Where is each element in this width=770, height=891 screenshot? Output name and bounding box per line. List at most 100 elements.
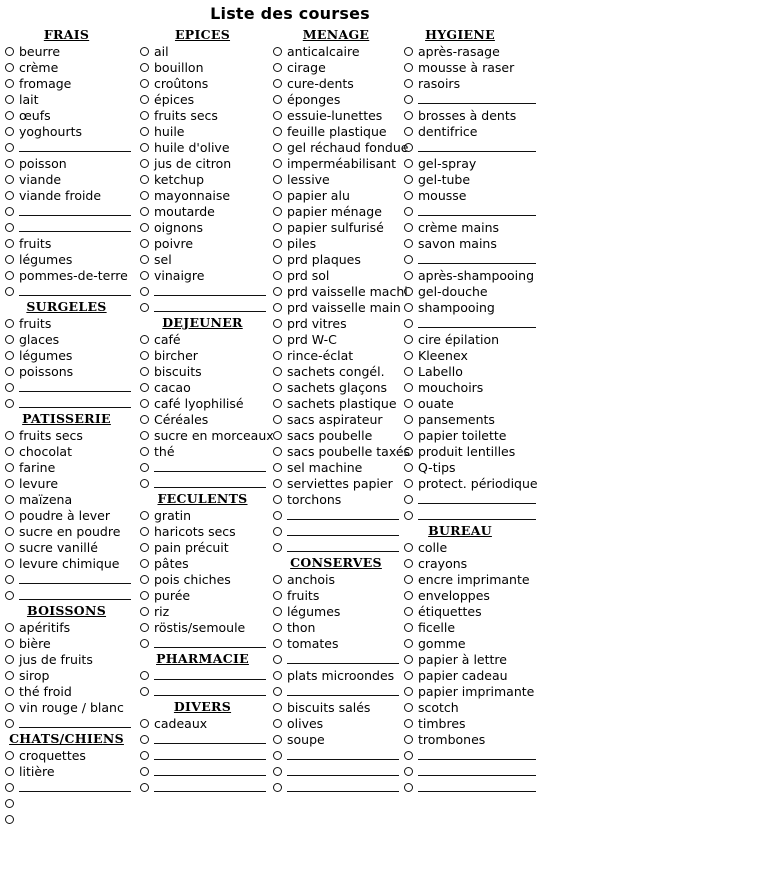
- checkbox-circle-icon[interactable]: [5, 622, 14, 632]
- list-item[interactable]: glaces: [2, 331, 137, 347]
- write-in-line[interactable]: [154, 302, 266, 312]
- list-item[interactable]: sacs aspirateur: [270, 411, 404, 427]
- checkbox-circle-icon[interactable]: [5, 494, 14, 504]
- list-item[interactable]: pommes-de-terre: [2, 267, 137, 283]
- checkbox-circle-icon[interactable]: [273, 46, 282, 56]
- list-item[interactable]: ficelle: [401, 619, 541, 635]
- checkbox-circle-icon[interactable]: [404, 670, 413, 680]
- checkbox-circle-icon[interactable]: [404, 574, 413, 584]
- checkbox-circle-icon[interactable]: [140, 510, 149, 520]
- checkbox-circle-icon[interactable]: [404, 686, 413, 696]
- checkbox-circle-icon[interactable]: [140, 270, 149, 280]
- checkbox-circle-icon[interactable]: [5, 446, 14, 456]
- checkbox-circle-icon[interactable]: [273, 654, 282, 664]
- list-item[interactable]: thon: [270, 619, 404, 635]
- checkbox-circle-icon[interactable]: [404, 238, 413, 248]
- list-item[interactable]: pâtes: [137, 555, 270, 571]
- list-item[interactable]: apéritifs: [2, 619, 137, 635]
- list-item[interactable]: papier imprimante: [401, 683, 541, 699]
- checkbox-circle-icon[interactable]: [140, 222, 149, 232]
- list-item[interactable]: gel-douche: [401, 283, 541, 299]
- checkbox-circle-icon[interactable]: [273, 142, 282, 152]
- list-item[interactable]: moutarde: [137, 203, 270, 219]
- list-item[interactable]: thé froid: [2, 683, 137, 699]
- list-item[interactable]: cire épilation: [401, 331, 541, 347]
- list-item[interactable]: jus de citron: [137, 155, 270, 171]
- checkbox-circle-icon[interactable]: [404, 142, 413, 152]
- list-item[interactable]: brosses à dents: [401, 107, 541, 123]
- checkbox-circle-icon[interactable]: [5, 190, 14, 200]
- checkbox-circle-icon[interactable]: [140, 334, 149, 344]
- checkbox-circle-icon[interactable]: [5, 174, 14, 184]
- blank-list-item[interactable]: [401, 139, 541, 155]
- list-item[interactable]: savon mains: [401, 235, 541, 251]
- checkbox-circle-icon[interactable]: [140, 110, 149, 120]
- list-item[interactable]: colle: [401, 539, 541, 555]
- checkbox-circle-icon[interactable]: [5, 766, 14, 776]
- checkbox-circle-icon[interactable]: [5, 510, 14, 520]
- checkbox-circle-icon[interactable]: [140, 574, 149, 584]
- checkbox-circle-icon[interactable]: [404, 190, 413, 200]
- list-item[interactable]: prd sol: [270, 267, 404, 283]
- list-item[interactable]: pois chiches: [137, 571, 270, 587]
- checkbox-circle-icon[interactable]: [404, 206, 413, 216]
- blank-list-item[interactable]: [270, 523, 404, 539]
- list-item[interactable]: après-rasage: [401, 43, 541, 59]
- write-in-line[interactable]: [418, 782, 536, 792]
- checkbox-circle-icon[interactable]: [140, 446, 149, 456]
- checkbox-circle-icon[interactable]: [404, 782, 413, 792]
- list-item[interactable]: crème mains: [401, 219, 541, 235]
- checkbox-circle-icon[interactable]: [273, 174, 282, 184]
- write-in-line[interactable]: [154, 670, 266, 680]
- checkbox-circle-icon[interactable]: [140, 206, 149, 216]
- list-item[interactable]: cacao: [137, 379, 270, 395]
- blank-list-item[interactable]: [2, 795, 137, 811]
- blank-list-item[interactable]: [2, 395, 137, 411]
- write-in-line[interactable]: [19, 286, 131, 296]
- checkbox-circle-icon[interactable]: [273, 350, 282, 360]
- checkbox-circle-icon[interactable]: [273, 446, 282, 456]
- blank-list-item[interactable]: [2, 139, 137, 155]
- checkbox-circle-icon[interactable]: [404, 398, 413, 408]
- checkbox-circle-icon[interactable]: [404, 334, 413, 344]
- blank-list-item[interactable]: [137, 667, 270, 683]
- checkbox-circle-icon[interactable]: [404, 510, 413, 520]
- list-item[interactable]: fruits secs: [2, 427, 137, 443]
- blank-list-item[interactable]: [2, 203, 137, 219]
- checkbox-circle-icon[interactable]: [140, 750, 149, 760]
- checkbox-circle-icon[interactable]: [140, 382, 149, 392]
- list-item[interactable]: mousse: [401, 187, 541, 203]
- checkbox-circle-icon[interactable]: [273, 494, 282, 504]
- list-item[interactable]: shampooing: [401, 299, 541, 315]
- checkbox-circle-icon[interactable]: [5, 334, 14, 344]
- checkbox-circle-icon[interactable]: [404, 302, 413, 312]
- blank-list-item[interactable]: [401, 315, 541, 331]
- write-in-line[interactable]: [287, 766, 399, 776]
- list-item[interactable]: viande: [2, 171, 137, 187]
- blank-list-item[interactable]: [270, 779, 404, 795]
- list-item[interactable]: crayons: [401, 555, 541, 571]
- checkbox-circle-icon[interactable]: [5, 430, 14, 440]
- list-item[interactable]: vin rouge / blanc: [2, 699, 137, 715]
- list-item[interactable]: papier alu: [270, 187, 404, 203]
- checkbox-circle-icon[interactable]: [140, 78, 149, 88]
- list-item[interactable]: sirop: [2, 667, 137, 683]
- list-item[interactable]: scotch: [401, 699, 541, 715]
- list-item[interactable]: croquettes: [2, 747, 137, 763]
- checkbox-circle-icon[interactable]: [5, 718, 14, 728]
- checkbox-circle-icon[interactable]: [273, 190, 282, 200]
- checkbox-circle-icon[interactable]: [5, 350, 14, 360]
- blank-list-item[interactable]: [137, 731, 270, 747]
- checkbox-circle-icon[interactable]: [140, 174, 149, 184]
- checkbox-circle-icon[interactable]: [404, 62, 413, 72]
- list-item[interactable]: fruits: [2, 235, 137, 251]
- list-item[interactable]: thé: [137, 443, 270, 459]
- checkbox-circle-icon[interactable]: [404, 606, 413, 616]
- checkbox-circle-icon[interactable]: [273, 702, 282, 712]
- blank-list-item[interactable]: [2, 587, 137, 603]
- blank-list-item[interactable]: [401, 91, 541, 107]
- checkbox-circle-icon[interactable]: [273, 542, 282, 552]
- checkbox-circle-icon[interactable]: [404, 366, 413, 376]
- blank-list-item[interactable]: [401, 763, 541, 779]
- write-in-line[interactable]: [418, 510, 536, 520]
